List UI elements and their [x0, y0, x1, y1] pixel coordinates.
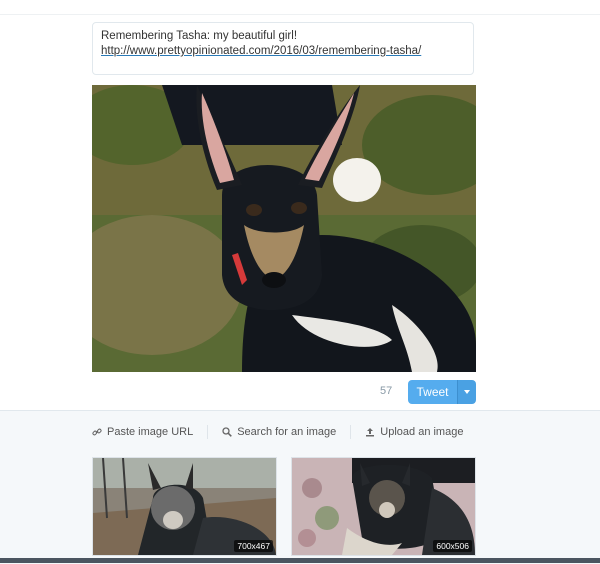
tab-divider: [350, 425, 352, 439]
tab-search-image[interactable]: Search for an image: [222, 426, 336, 438]
image-thumbnail[interactable]: 700x467: [92, 457, 277, 556]
image-dimensions: 600x506: [433, 540, 472, 552]
top-bar: [0, 0, 600, 15]
tweet-options-dropdown[interactable]: [457, 380, 476, 404]
tweet-button-group: Tweet: [408, 380, 476, 404]
image-source-tabs: Paste image URL Search for an image Uplo…: [92, 425, 463, 439]
tweet-link[interactable]: http://www.prettyopinionated.com/2016/03…: [101, 44, 465, 59]
tab-upload-image[interactable]: Upload an image: [365, 426, 463, 438]
image-thumbnail[interactable]: 600x506: [291, 457, 476, 556]
image-dimensions: 700x467: [234, 540, 273, 552]
link-icon: [92, 428, 102, 436]
tab-label: Paste image URL: [107, 426, 194, 438]
upload-icon: [366, 428, 375, 437]
bottom-edge: [0, 558, 600, 563]
tweet-text: Remembering Tasha: my beautiful girl!: [101, 30, 298, 42]
puppy-photo: [92, 85, 476, 372]
attached-photo: [92, 85, 476, 372]
tweet-text-area[interactable]: Remembering Tasha: my beautiful girl! ht…: [92, 22, 474, 75]
tab-divider: [207, 425, 209, 439]
character-count: 57: [380, 385, 393, 397]
chevron-down-icon: [464, 390, 470, 394]
tweet-button[interactable]: Tweet: [408, 380, 457, 404]
tab-paste-image-url[interactable]: Paste image URL: [92, 426, 193, 438]
tab-label: Upload an image: [380, 426, 464, 438]
tab-label: Search for an image: [237, 426, 337, 438]
image-picker-panel: Paste image URL Search for an image Uplo…: [0, 410, 600, 564]
search-icon: [222, 427, 233, 437]
